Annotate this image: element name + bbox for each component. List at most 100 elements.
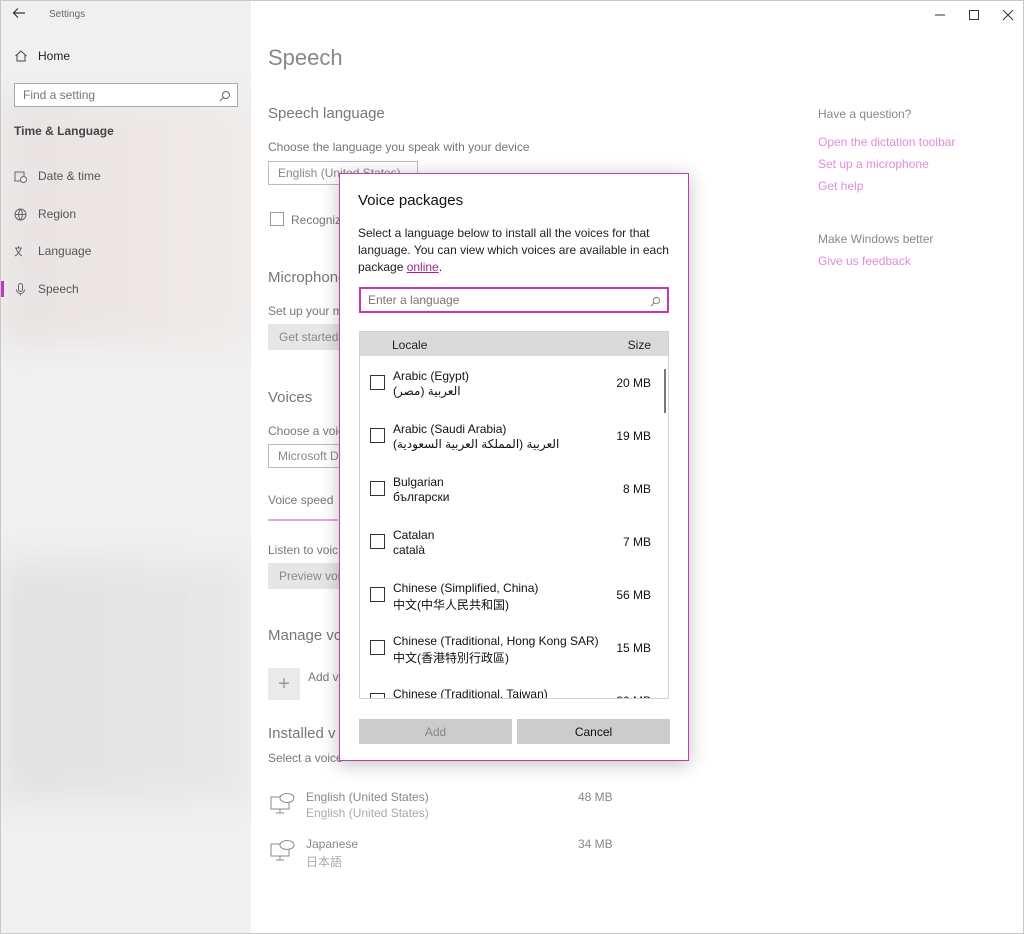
list-item[interactable]: Chinese (Traditional, Taiwan) 30 MB (360, 674, 668, 698)
sidebar-item-language[interactable]: Language (1, 236, 251, 266)
package-checkbox[interactable] (370, 640, 385, 655)
sidebar-section-label: Time & Language (14, 124, 114, 138)
voice-package-list[interactable]: Locale Size Arabic (Egypt) العربية (مصر) 2… (359, 331, 669, 699)
list-item[interactable]: Bulgarian български 8 MB (360, 462, 668, 515)
home-icon (14, 49, 28, 63)
list-item[interactable]: Arabic (Egypt) العربية (مصر) 20 MB (360, 356, 668, 409)
package-size: 8 MB (622, 482, 651, 496)
sidebar-item-label: Region (38, 207, 77, 221)
list-item[interactable]: Chinese (Simplified, China) 中文(中华人民共和国) 56… (360, 568, 668, 621)
get-started-button[interactable]: Get started (268, 324, 348, 350)
cancel-button[interactable]: Cancel (517, 719, 670, 744)
nav-home[interactable]: Home (14, 49, 70, 63)
settings-window: Settings Home Time & Language Date & tim… (0, 0, 1024, 934)
installed-voice-english[interactable]: English (United States) English (United … (268, 788, 628, 828)
package-checkbox[interactable] (370, 693, 385, 698)
dialog-title: Voice packages (358, 192, 464, 209)
package-checkbox[interactable] (370, 534, 385, 549)
preview-voice-button[interactable]: Preview voi (268, 563, 348, 589)
get-help-link[interactable]: Get help (818, 179, 863, 193)
sidebar-item-label: Speech (38, 282, 79, 296)
find-setting-search[interactable] (14, 83, 238, 107)
package-checkbox[interactable] (370, 428, 385, 443)
voice-speed-slider[interactable] (268, 519, 338, 521)
open-dictation-toolbar-link[interactable]: Open the dictation toolbar (818, 135, 955, 149)
package-checkbox[interactable] (370, 587, 385, 602)
sidebar-item-label: Language (38, 244, 92, 258)
list-rows: Arabic (Egypt) العربية (مصر) 20 MB Arabic (… (360, 356, 668, 698)
voice-dropdown[interactable]: Microsoft D (268, 444, 348, 468)
dialog-description-text: Select a language below to install all t… (358, 226, 669, 274)
package-name: Bulgarian (393, 475, 444, 489)
set-up-microphone-link[interactable]: Set up a microphone (818, 157, 929, 171)
back-arrow-icon[interactable] (12, 6, 30, 24)
package-size: 56 MB (616, 588, 651, 602)
package-size: 20 MB (616, 376, 651, 390)
installed-voice-size: 34 MB (578, 837, 613, 851)
voices-heading: Voices (268, 389, 313, 406)
window-controls (923, 1, 1023, 29)
installed-voice-name: Japanese (306, 837, 359, 851)
microphone-icon (14, 282, 27, 296)
dialog-description-end: . (438, 260, 443, 274)
list-header: Locale Size (360, 332, 668, 356)
list-item[interactable]: Chinese (Traditional, Hong Kong SAR) 中文(香… (360, 621, 668, 674)
dialog-description: Select a language below to install all t… (358, 225, 676, 276)
package-native-name: العربية (مصر) (393, 384, 461, 398)
speech-language-heading: Speech language (268, 105, 385, 122)
sidebar-item-label: Date & time (38, 169, 101, 183)
package-size: 15 MB (616, 641, 651, 655)
package-native-name: 中文(中华人民共和国) (393, 598, 509, 612)
add-voice-plus-icon[interactable]: + (268, 668, 300, 700)
installed-voice-native: English (United States) (306, 806, 429, 820)
installed-voices-desc: Select a voice (268, 751, 343, 765)
size-column-header[interactable]: Size (628, 338, 651, 352)
package-native-name: català (393, 543, 426, 557)
add-button[interactable]: Add (359, 719, 512, 744)
sidebar-item-region[interactable]: Region (1, 199, 251, 229)
installed-voice-size: 48 MB (578, 790, 613, 804)
calendar-clock-icon (14, 170, 27, 183)
package-size: 30 MB (616, 694, 651, 698)
package-name: Arabic (Saudi Arabia) (393, 422, 507, 436)
list-scrollbar[interactable] (664, 369, 666, 413)
package-name: Chinese (Simplified, China) (393, 581, 539, 595)
nav-home-label: Home (38, 49, 71, 63)
sidebar-item-date-time[interactable]: Date & time (1, 161, 251, 191)
installed-voice-native: 日本語 (306, 855, 343, 869)
speech-bubble-monitor-icon (270, 839, 296, 865)
voices-desc: Choose a voic (268, 424, 345, 438)
language-search-input[interactable] (361, 289, 641, 311)
package-name: Catalan (393, 528, 435, 542)
installed-voice-name: English (United States) (306, 790, 429, 804)
list-item[interactable]: Arabic (Saudi Arabia) العربية (المملكة ال… (360, 409, 668, 462)
package-size: 19 MB (616, 429, 651, 443)
installed-voices-heading: Installed v (268, 725, 336, 742)
speech-language-desc: Choose the language you speak with your … (268, 140, 530, 154)
list-item[interactable]: Catalan català 7 MB (360, 515, 668, 568)
close-icon[interactable] (991, 1, 1023, 29)
minimize-icon[interactable] (923, 1, 957, 29)
language-icon (14, 245, 27, 258)
recognize-checkbox[interactable] (270, 212, 284, 226)
installed-voice-japanese[interactable]: Japanese 日本語 34 MB (268, 835, 628, 875)
language-search[interactable] (359, 287, 669, 313)
manage-voices-heading: Manage vo (268, 627, 343, 644)
package-checkbox[interactable] (370, 375, 385, 390)
make-windows-better-title: Make Windows better (818, 232, 934, 246)
microphone-desc: Set up your m (268, 304, 343, 318)
give-feedback-link[interactable]: Give us feedback (818, 254, 911, 268)
add-voice-label[interactable]: Add v (308, 670, 339, 684)
locale-column-header[interactable]: Locale (392, 338, 427, 352)
page-title: Speech (268, 45, 343, 70)
find-setting-input[interactable] (15, 84, 205, 106)
package-checkbox[interactable] (370, 481, 385, 496)
voice-speed-label: Voice speed (268, 493, 334, 507)
voice-packages-dialog: Voice packages Select a language below t… (339, 173, 689, 761)
sidebar-item-speech[interactable]: Speech (1, 274, 251, 304)
package-name: Arabic (Egypt) (393, 369, 470, 383)
online-link[interactable]: online (407, 260, 439, 274)
maximize-icon[interactable] (957, 1, 991, 29)
help-question-title: Have a question? (818, 107, 912, 121)
sidebar: Settings Home Time & Language Date & tim… (1, 1, 251, 933)
